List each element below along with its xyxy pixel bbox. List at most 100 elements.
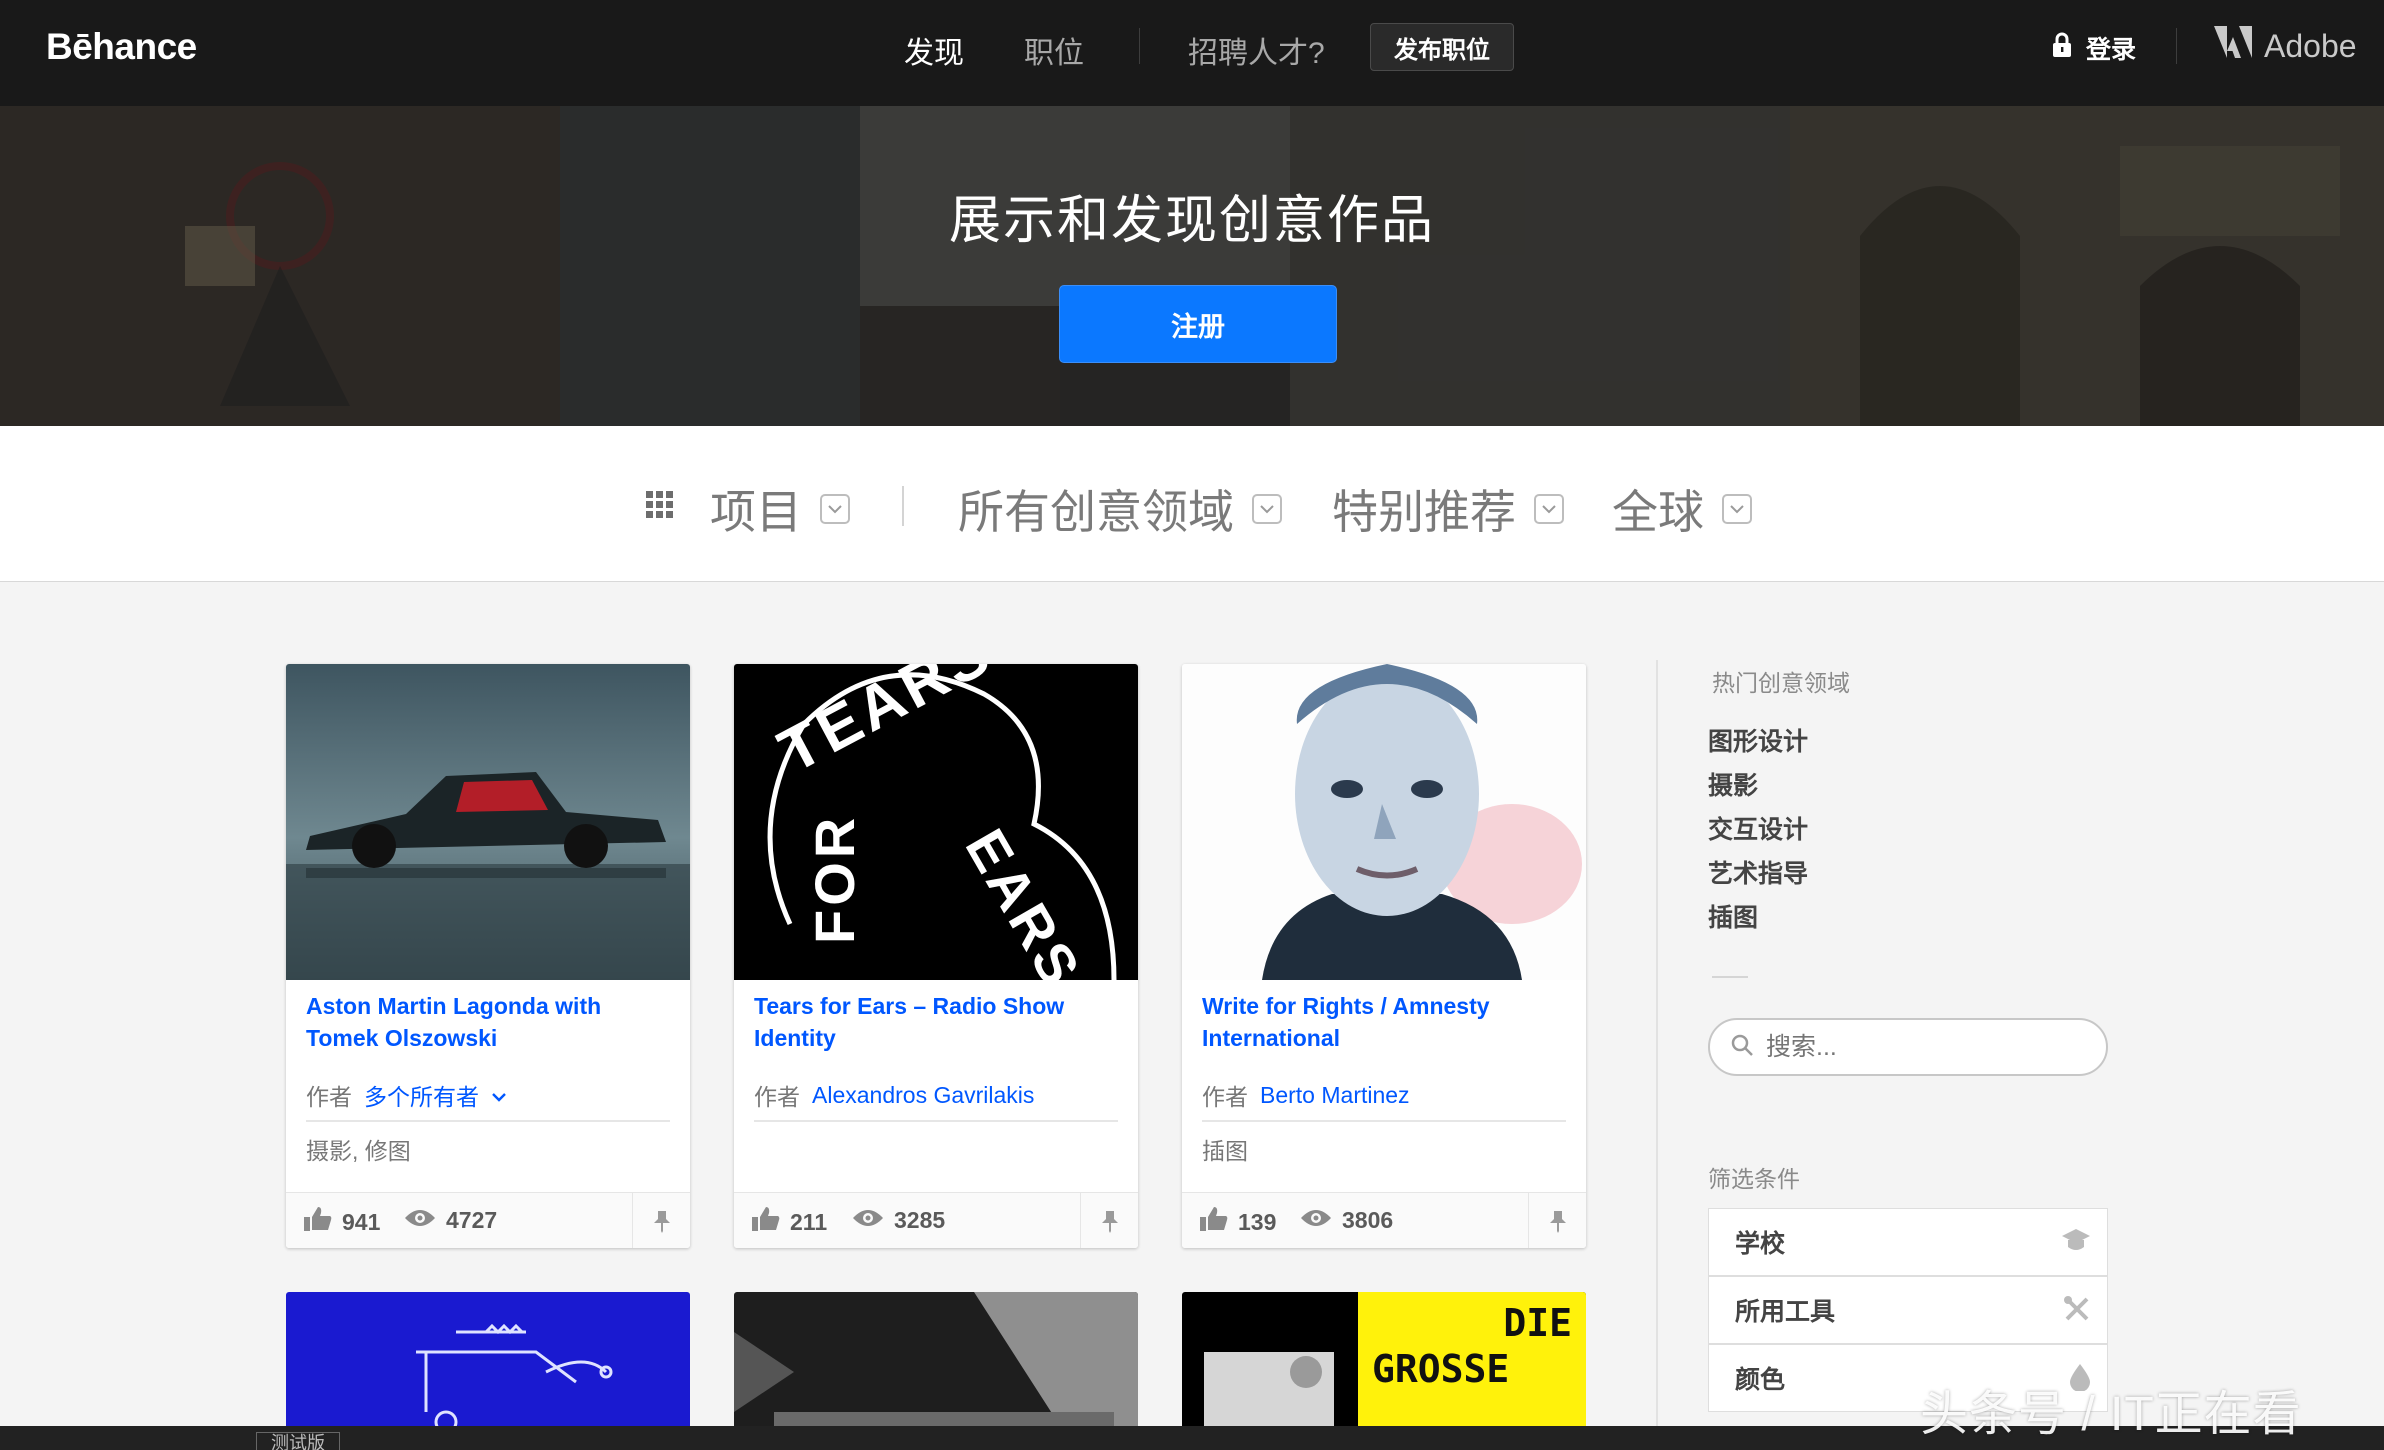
adobe-logo-icon: [2214, 26, 2252, 66]
featured-ribbon-icon[interactable]: [1080, 1193, 1138, 1248]
chevron-down-icon: [1534, 494, 1564, 524]
project-stats: 941 4727: [286, 1192, 690, 1248]
project-thumbnail[interactable]: DIE GROSSE: [1182, 1292, 1586, 1432]
card-divider: [1202, 1120, 1566, 1122]
filter-label: 全球: [1612, 486, 1704, 538]
watermark-text: 头条号 / IT正在看: [1920, 1388, 2302, 1441]
for-text: FOR: [803, 814, 866, 944]
thumbs-up-icon: [1200, 1207, 1228, 1237]
nav-divider: [1139, 28, 1140, 64]
popular-field-link[interactable]: 艺术指导: [1708, 854, 1808, 890]
filter-creative-fields[interactable]: 所有创意领域: [958, 476, 1282, 542]
project-fields: 插图: [1202, 1138, 1248, 1164]
graduation-cap-icon: [2061, 1227, 2091, 1262]
views-value: 4727: [446, 1207, 498, 1233]
tools-icon: [2063, 1295, 2091, 1330]
hero-title: 展示和发现创意作品: [948, 192, 1435, 250]
filter-location[interactable]: 全球: [1612, 476, 1752, 542]
project-thumbnail[interactable]: TEARS FOR EARS: [734, 664, 1138, 980]
popular-field-link[interactable]: 摄影: [1708, 766, 1758, 802]
hero-banner: 展示和发现创意作品 注册: [0, 106, 2384, 426]
owner-name-link[interactable]: Alexandros Gavrilakis: [812, 1082, 1034, 1109]
project-owner: 作者 Berto Martinez: [1202, 1078, 1410, 1112]
sidebar-divider: [1656, 660, 1658, 1440]
project-title[interactable]: Write for Rights / Amnesty International: [1202, 990, 1572, 1054]
filter-label: 项目: [710, 486, 802, 538]
owner-name-link[interactable]: 多个所有者: [364, 1078, 479, 1112]
filter-label: 特别推荐: [1332, 486, 1516, 538]
popular-fields-heading: 热门创意领域: [1712, 670, 1850, 696]
filter-content-type[interactable]: 项目: [710, 476, 850, 542]
project-thumbnail[interactable]: [286, 1292, 690, 1432]
card-divider: [306, 1120, 670, 1122]
project-card[interactable]: Aston Martin Lagonda with Tomek Olszowsk…: [286, 664, 690, 1248]
sidebar-search[interactable]: [1708, 1018, 2108, 1076]
chevron-down-icon[interactable]: [491, 1082, 507, 1109]
lock-icon: [2052, 32, 2072, 65]
search-input[interactable]: [1766, 1032, 2086, 1062]
owner-name-link[interactable]: Berto Martinez: [1260, 1082, 1410, 1109]
nav-jobs-link[interactable]: 职位: [1024, 28, 1084, 72]
eye-icon: [1300, 1207, 1332, 1234]
project-owner: 作者 多个所有者: [306, 1078, 507, 1112]
project-title[interactable]: Tears for Ears – Radio Show Identity: [754, 990, 1124, 1054]
grosse-text: GROSSE: [1372, 1347, 1509, 1391]
filter-label: 所有创意领域: [958, 486, 1234, 538]
filter-school[interactable]: 学校: [1708, 1208, 2108, 1276]
popular-field-link[interactable]: 图形设计: [1708, 722, 1808, 758]
filter-featured[interactable]: 特别推荐: [1332, 476, 1564, 542]
beta-tag[interactable]: 测试版: [256, 1432, 340, 1450]
appreciations-count: 211: [752, 1207, 827, 1237]
appreciations-value: 211: [790, 1208, 828, 1235]
owner-prefix: 作者: [754, 1084, 800, 1110]
appreciations-value: 139: [1238, 1208, 1277, 1235]
project-thumbnail[interactable]: [1182, 664, 1586, 980]
signup-button[interactable]: 注册: [1059, 285, 1337, 363]
nav-discover-link[interactable]: 发现: [904, 28, 964, 72]
adobe-link[interactable]: Adobe: [2214, 26, 2357, 66]
project-stats: 211 3285: [734, 1192, 1138, 1248]
project-title[interactable]: Aston Martin Lagonda with Tomek Olszowsk…: [306, 990, 676, 1054]
views-count: 4727: [404, 1207, 497, 1234]
filter-conditions-heading: 筛选条件: [1708, 1166, 1800, 1192]
filter-tools[interactable]: 所用工具: [1708, 1276, 2108, 1344]
appreciations-value: 941: [342, 1208, 381, 1235]
behance-logo[interactable]: Bēhance: [46, 26, 197, 68]
search-icon: [1730, 1033, 1754, 1062]
views-value: 3285: [894, 1207, 946, 1233]
popular-field-link[interactable]: 插图: [1708, 898, 1758, 934]
login-link[interactable]: 登录: [2052, 30, 2136, 66]
views-count: 3285: [852, 1207, 945, 1234]
popular-field-link[interactable]: 交互设计: [1708, 810, 1808, 846]
appreciations-count: 139: [1200, 1207, 1276, 1237]
project-card[interactable]: TEARS FOR EARS Tears for Ears – Radio Sh…: [734, 664, 1138, 1248]
project-thumbnail[interactable]: [286, 664, 690, 980]
thumbs-up-icon: [304, 1207, 332, 1237]
featured-ribbon-icon[interactable]: [1528, 1193, 1586, 1248]
appreciations-count: 941: [304, 1207, 380, 1237]
eye-icon: [404, 1207, 436, 1234]
project-thumbnail[interactable]: [734, 1292, 1138, 1432]
chevron-down-icon: [1722, 494, 1752, 524]
filter-box-label: 所用工具: [1735, 1298, 1836, 1326]
card-divider: [754, 1120, 1118, 1122]
adobe-label: Adobe: [2264, 27, 2357, 64]
die-text: DIE: [1503, 1301, 1572, 1345]
chevron-down-icon: [1252, 494, 1282, 524]
nav-hire-link[interactable]: 招聘人才?: [1188, 28, 1325, 72]
hero-overlay: [0, 106, 2384, 426]
chevron-down-icon: [820, 494, 850, 524]
filter-box-label: 颜色: [1735, 1366, 1786, 1394]
owner-prefix: 作者: [306, 1084, 352, 1110]
project-fields: 摄影, 修图: [306, 1138, 411, 1164]
thumbs-up-icon: [752, 1207, 780, 1237]
project-owner: 作者 Alexandros Gavrilakis: [754, 1078, 1034, 1112]
post-job-button[interactable]: 发布职位: [1370, 23, 1514, 71]
owner-prefix: 作者: [1202, 1084, 1248, 1110]
featured-ribbon-icon[interactable]: [632, 1193, 690, 1248]
top-navigation: Bēhance 发现 职位 招聘人才? 发布职位 登录 Adobe: [0, 0, 2384, 106]
project-card[interactable]: Write for Rights / Amnesty International…: [1182, 664, 1586, 1248]
project-stats: 139 3806: [1182, 1192, 1586, 1248]
sidebar-separator: [1712, 976, 1748, 978]
nav-divider: [2176, 28, 2177, 64]
